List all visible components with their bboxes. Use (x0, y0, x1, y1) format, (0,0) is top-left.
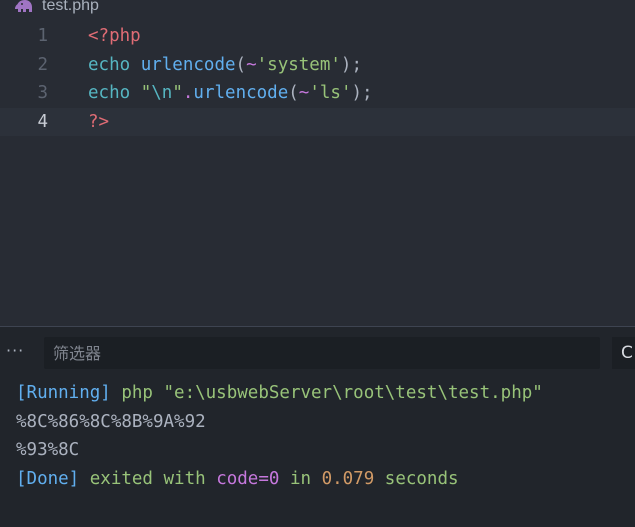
code-text: ?> (88, 108, 109, 137)
code-token: \n (151, 83, 173, 103)
output-segment: seconds (374, 469, 459, 490)
code-token: . (182, 83, 194, 103)
output-segment: [Done] (16, 469, 80, 490)
code-text: echo urlencode(~'system'); (88, 51, 362, 80)
output-line: [Running] php "e:\usbwebServer\root\test… (16, 379, 628, 408)
line-number: 2 (37, 54, 48, 75)
code-token: ( (288, 83, 299, 103)
output-segment: %8C%86%8C%8B%9A%92 (16, 411, 206, 432)
php-elephant-icon (14, 0, 34, 14)
code-token: 'system' (256, 54, 341, 75)
output-panel: ··· C [Running] php "e:\usbwebServer\roo… (0, 326, 635, 527)
code-token: <?php (88, 26, 141, 46)
output-line: [Done] exited with code=0 in 0.079 secon… (16, 465, 628, 494)
output-segment: exited with (79, 469, 217, 490)
clear-output-button[interactable]: C (612, 337, 635, 369)
output-segment: %93%8C (16, 440, 80, 461)
code-token: ~ (246, 54, 257, 75)
output-segment: php "e:\usbwebServer\root\test\test.php" (110, 383, 543, 403)
output-segment: 0.079 (321, 469, 375, 490)
code-line[interactable]: 4 ?> (0, 107, 635, 137)
code-token: ); (340, 54, 362, 75)
code-lines[interactable]: 1 <?php 2 echo urlencode(~'system'); 3 echo "… (0, 22, 635, 136)
code-text: echo "\n".urlencode(~'ls'); (88, 79, 373, 108)
code-token: echo (88, 83, 131, 103)
code-token: urlencode (140, 54, 236, 75)
file-tab-label: test.php (42, 0, 99, 14)
output-log: [Running] php "e:\usbwebServer\root\test… (16, 379, 628, 494)
file-tab[interactable]: test.php (14, 0, 99, 16)
output-segment: in (279, 469, 322, 490)
filter-row: ··· C (0, 337, 635, 371)
code-token: ( (235, 54, 247, 75)
code-token: " (172, 83, 183, 103)
line-number: 3 (37, 83, 48, 103)
line-number: 4 (37, 111, 48, 132)
code-token: ?> (88, 111, 110, 132)
code-text: <?php (88, 22, 141, 51)
code-line[interactable]: 1 <?php (0, 22, 635, 51)
output-line: %93%8C (16, 436, 628, 465)
output-segment: [Running] (16, 383, 111, 403)
ellipsis-icon[interactable]: ··· (6, 341, 28, 361)
filter-input[interactable] (44, 337, 600, 369)
code-editor[interactable]: test.php 1 <?php 2 echo urlencode(~'system'… (0, 0, 635, 326)
code-token: ); (351, 83, 373, 103)
output-line: %8C%86%8C%8B%9A%92 (16, 408, 628, 437)
code-token: " (140, 83, 152, 103)
code-token: 'ls' (309, 83, 352, 103)
code-token: urlencode (193, 83, 289, 103)
code-token: echo (88, 54, 131, 75)
output-segment: code=0 (216, 469, 280, 490)
code-line[interactable]: 2 echo urlencode(~'system'); (0, 51, 635, 80)
line-number: 1 (37, 26, 48, 46)
code-line[interactable]: 3 echo "\n".urlencode(~'ls'); (0, 79, 635, 108)
code-token: ~ (298, 83, 310, 103)
